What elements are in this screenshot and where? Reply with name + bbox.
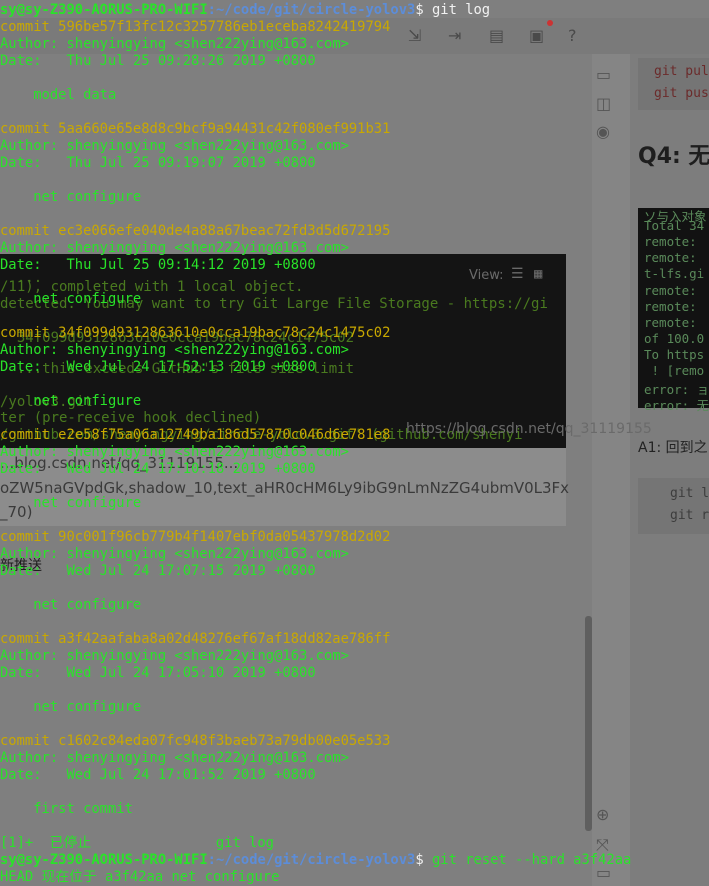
prompt-line: sy@sy-Z390-AORUS-PRO-WIFI:~/code/git/cir…	[0, 852, 631, 869]
commit-date: Date: Wed Jul 24 17:10:18 2019 +0800	[0, 461, 316, 477]
reset-result: HEAD 现在位于 a3f42aa net configure	[0, 869, 280, 885]
commit-date: Date: Wed Jul 24 17:52:13 2019 +0800	[0, 359, 316, 375]
commit-author: Author: shenyingying <shen222ying@163.co…	[0, 648, 349, 664]
commit-author: Author: shenyingying <shen222ying@163.co…	[0, 36, 349, 52]
commit-message: net configure	[0, 495, 142, 511]
commit-date: Date: Thu Jul 25 09:19:07 2019 +0800	[0, 155, 316, 171]
prompt-symbol: $	[415, 2, 432, 18]
commit-author: Author: shenyingying <shen222ying@163.co…	[0, 138, 349, 154]
commit-hash: commit ec3e066efe040de4a88a67beac72fd3d5…	[0, 223, 391, 239]
commit-date: Date: Thu Jul 25 09:28:26 2019 +0800	[0, 53, 316, 69]
commit-author: Author: shenyingying <shen222ying@163.co…	[0, 750, 349, 766]
commit-message: net configure	[0, 189, 142, 205]
commit-author: Author: shenyingying <shen222ying@163.co…	[0, 342, 349, 358]
prompt-user: sy@sy-Z390-AORUS-PRO-WIFI	[0, 852, 208, 868]
command-text: git reset --hard a3f42aa	[431, 852, 632, 868]
prompt-user: sy@sy-Z390-AORUS-PRO-WIFI	[0, 2, 208, 18]
commit-date: Date: Wed Jul 24 17:01:52 2019 +0800	[0, 767, 316, 783]
commit-author: Author: shenyingying <shen222ying@163.co…	[0, 444, 349, 460]
commit-author: Author: shenyingying <shen222ying@163.co…	[0, 240, 349, 256]
commit-hash: commit c1602c84eda07fc948f3baeb73a79db00…	[0, 733, 391, 749]
commit-message: net configure	[0, 699, 142, 715]
commit-date: Date: Thu Jul 25 09:14:12 2019 +0800	[0, 257, 316, 273]
prompt-path: :~/code/git/circle-yolov3	[207, 2, 416, 18]
prompt-line: sy@sy-Z390-AORUS-PRO-WIFI:~/code/git/cir…	[0, 2, 490, 19]
commit-message: net configure	[0, 597, 142, 613]
commit-hash: commit e2e58f75a06a12749ba186d57870c046d…	[0, 427, 391, 443]
commit-date: Date: Wed Jul 24 17:07:15 2019 +0800	[0, 563, 316, 579]
job-status-line: [1]+ 已停止 git log	[0, 835, 274, 851]
commit-message: first commit	[0, 801, 133, 817]
prompt-symbol: $	[415, 852, 432, 868]
commit-hash: commit 596be57f13fc12c3257786eb1eceba824…	[0, 19, 391, 35]
commit-date: Date: Wed Jul 24 17:05:10 2019 +0800	[0, 665, 316, 681]
commit-author: Author: shenyingying <shen222ying@163.co…	[0, 546, 349, 562]
prompt-path: :~/code/git/circle-yolov3	[207, 852, 416, 868]
commit-hash: commit 90c001f96cb779b4f1407ebf0da054379…	[0, 529, 391, 545]
commit-hash: commit a3f42aafaba8a02d48276ef67af18dd82…	[0, 631, 391, 647]
commit-message: net configure	[0, 291, 142, 307]
command-text: git log	[431, 2, 491, 18]
commit-message: net configure	[0, 393, 142, 409]
commit-message: model data	[0, 87, 117, 103]
commit-hash: commit 5aa660e65e8d8c9bcf9a94431c42f080e…	[0, 121, 391, 137]
terminal-output[interactable]: sy@sy-Z390-AORUS-PRO-WIFI:~/code/git/cir…	[0, 0, 709, 886]
commit-hash: commit 34f099d9312863610e0cca19bac78c24c…	[0, 325, 391, 341]
